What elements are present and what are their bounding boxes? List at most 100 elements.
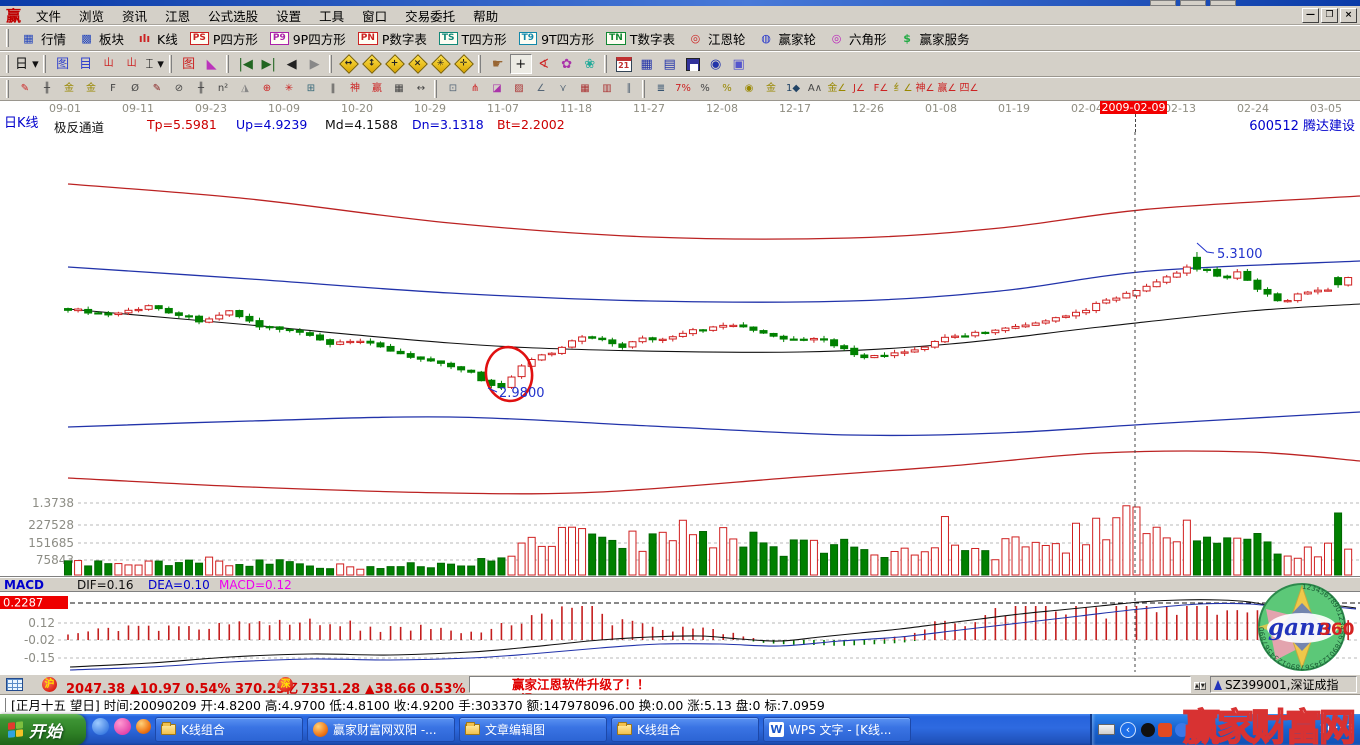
taskbar-task-赢家财富网双阳 -...[interactable]: 赢家财富网双阳 -...	[307, 717, 455, 742]
tool-grid-fill[interactable]: ▦	[574, 79, 596, 99]
menu-文件[interactable]: 文件	[27, 5, 70, 26]
tool-box-select[interactable]: ⊡	[442, 79, 464, 99]
language-bar-button[interactable]: ‹	[1120, 722, 1136, 738]
toolbar-9p-square-button[interactable]: P99P四方形	[264, 27, 352, 50]
toolbar-quotes-button[interactable]: ▦行情	[14, 27, 72, 50]
tool-grid[interactable]: ╫	[36, 79, 58, 99]
menu-交易委托[interactable]: 交易委托	[396, 5, 464, 26]
tool-triangle-tool[interactable]: ◮	[234, 79, 256, 99]
security-shield-icon[interactable]	[1192, 724, 1206, 736]
menu-江恩[interactable]: 江恩	[156, 5, 199, 26]
tool-hand-tool[interactable]: ☛	[487, 54, 509, 74]
tool-spiral-grid[interactable]: Ø	[124, 79, 146, 99]
tool-fan-grid[interactable]: ▨	[508, 79, 530, 99]
tool-gann-diamond-hmove[interactable]: ↔	[338, 54, 360, 74]
tool-pct-gold[interactable]: %	[716, 79, 738, 99]
restore-button[interactable]: ❐	[1321, 8, 1338, 23]
minimize-button[interactable]: —	[1302, 8, 1319, 23]
toolbar-winner-service-button[interactable]: $赢家服务	[893, 27, 976, 50]
tool-crosshair-tool[interactable]: +	[510, 54, 532, 74]
tool-compass-red[interactable]: ⊕	[256, 79, 278, 99]
msn-icon[interactable]	[1175, 723, 1189, 737]
menu-浏览[interactable]: 浏览	[70, 5, 113, 26]
tool-gann-diamond-all[interactable]: ✛	[453, 54, 475, 74]
tool-vol-bars-3[interactable]: 山	[98, 54, 120, 74]
tool-gann-diamond-plus[interactable]: +	[384, 54, 406, 74]
tool-compass-star[interactable]: ✳	[278, 79, 300, 99]
tool-calendar[interactable]: 21	[613, 54, 635, 74]
tool-angle-draw[interactable]: ∠	[530, 79, 552, 99]
tool-j-angle[interactable]: J∠	[848, 79, 870, 99]
toolbar-p-square-button[interactable]: PSP四方形	[184, 27, 264, 50]
tool-fan-lines[interactable]: ⋔	[464, 79, 486, 99]
tool-candle-style-dropdown[interactable]: 日 ▾	[14, 54, 40, 74]
tool-win-grid[interactable]: 赢	[366, 79, 388, 99]
tool-gold-bars[interactable]: 金	[760, 79, 782, 99]
toolbar-t-number-table-button[interactable]: TNT数字表	[600, 27, 681, 50]
tool-nav-prev[interactable]: ◀	[281, 54, 303, 74]
tool-nav-first[interactable]: |◀	[235, 54, 257, 74]
toolbar-hexagon-button[interactable]: ◎六角形	[822, 27, 893, 50]
tool-pct[interactable]: %	[694, 79, 716, 99]
tool-s-angle[interactable]: 纟∠	[892, 79, 914, 99]
menu-设置[interactable]: 设置	[267, 5, 310, 26]
quote-table-icon[interactable]	[6, 678, 23, 691]
tool-pattern-brain[interactable]: ❀	[579, 54, 601, 74]
tool-gold-coin[interactable]: ◉	[738, 79, 760, 99]
tool-f-grid[interactable]: F	[102, 79, 124, 99]
tool-compass-grid[interactable]: ⊞	[300, 79, 322, 99]
toolbar-sectors-button[interactable]: ▩板块	[72, 27, 130, 50]
tool-pct-7[interactable]: 7%	[672, 79, 694, 99]
tool-double-bar[interactable]: ‖	[322, 79, 344, 99]
taskbar-task-K线组合[interactable]: K线组合	[611, 717, 759, 742]
current-index-panel[interactable]: SZ399001,深证成指	[1210, 676, 1357, 693]
tool-pen[interactable]: ✎	[14, 79, 36, 99]
tool-grid-doc[interactable]: ▥	[596, 79, 618, 99]
tool-grid-plain[interactable]: ╫	[190, 79, 212, 99]
tool-gann-diamond-cross[interactable]: ×	[407, 54, 429, 74]
qq-icon[interactable]	[1141, 723, 1155, 737]
tool-god-grid[interactable]: 神	[344, 79, 366, 99]
price-chart-canvas[interactable]: 1.3738227528151685758432.98005.3100	[0, 132, 1360, 576]
menu-资讯[interactable]: 资讯	[113, 5, 156, 26]
tool-vol-bars-9[interactable]: 山	[121, 54, 143, 74]
tool-ruler-grid[interactable]: ▦	[388, 79, 410, 99]
toolbar-p-number-table-button[interactable]: PNP数字表	[352, 27, 433, 50]
tool-notes[interactable]: ▤	[659, 54, 681, 74]
tool-gann-diamond-vmove[interactable]: ↕	[361, 54, 383, 74]
tool-send-web[interactable]: ◉	[705, 54, 727, 74]
toolbar-winner-wheel-button[interactable]: ◍赢家轮	[752, 27, 823, 50]
tool-nav-next[interactable]: ▶	[304, 54, 326, 74]
tool-gold-grid-2[interactable]: 金	[80, 79, 102, 99]
tool-pen-grid[interactable]: ✎	[146, 79, 168, 99]
tool-pattern-box[interactable]: 图	[178, 54, 200, 74]
firefox-icon[interactable]	[136, 719, 151, 734]
tool-f-angle[interactable]: F∠	[870, 79, 892, 99]
tool-god-angle[interactable]: 神∠	[914, 79, 936, 99]
tool-fan-box[interactable]: ◪	[486, 79, 508, 99]
tool-gann-flower[interactable]: ✿	[556, 54, 578, 74]
menu-工具[interactable]: 工具	[310, 5, 353, 26]
tool-angle-measure[interactable]: ∢	[533, 54, 555, 74]
tool-gann-diamond-star[interactable]: ✳	[430, 54, 452, 74]
taskbar-task-K线组合[interactable]: K线组合	[155, 717, 303, 742]
tool-nav-last[interactable]: ▶|	[258, 54, 280, 74]
tool-n-square[interactable]: n²	[212, 79, 234, 99]
tool-win-angle[interactable]: 赢∠	[936, 79, 958, 99]
tool-h-measure[interactable]: ↔	[410, 79, 432, 99]
tool-slash-lines[interactable]: ∥	[618, 79, 640, 99]
toolbar-9t-square-button[interactable]: T99T四方形	[513, 27, 601, 50]
ie-icon[interactable]	[92, 718, 109, 735]
menu-公式选股[interactable]: 公式选股	[199, 5, 267, 26]
tray-app-icon[interactable]	[1158, 723, 1172, 737]
menu-帮助[interactable]: 帮助	[464, 5, 507, 26]
tool-single-candle-dropdown[interactable]: ⌶ ▾	[144, 54, 166, 74]
tool-f10-info[interactable]: 目	[75, 54, 97, 74]
tool-one-diamond[interactable]: 1◆	[782, 79, 804, 99]
app-icon[interactable]	[114, 718, 131, 735]
tool-tools-box[interactable]: ▣	[728, 54, 750, 74]
tool-circle-grid[interactable]: ⊘	[168, 79, 190, 99]
close-button[interactable]: ×	[1340, 8, 1357, 23]
message-spinner[interactable]: ▲▼	[1194, 676, 1207, 693]
tool-gold-angle[interactable]: 金∠	[826, 79, 848, 99]
